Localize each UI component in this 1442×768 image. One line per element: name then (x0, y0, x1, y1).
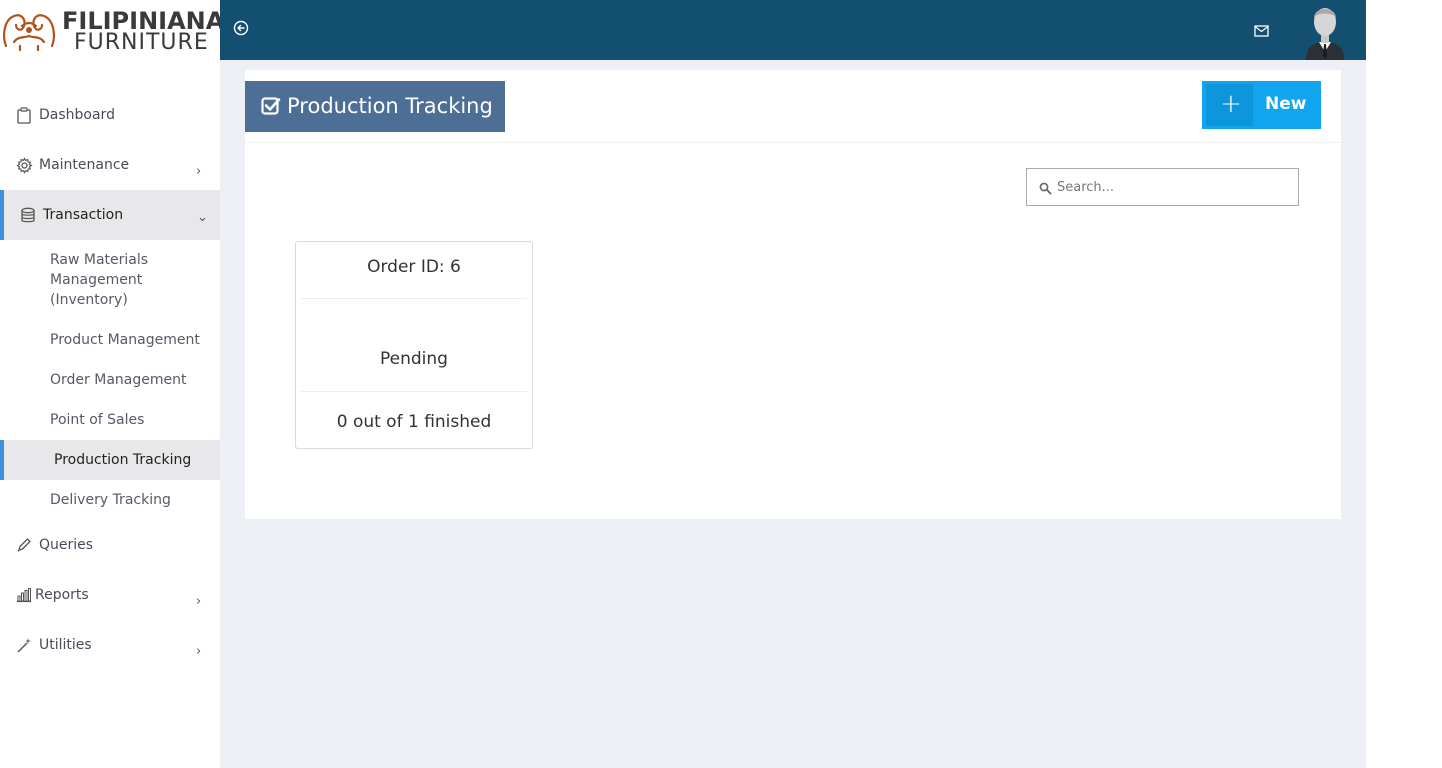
page-title-label: Production Tracking (287, 94, 493, 118)
order-progress: 0 out of 1 finished (336, 412, 492, 432)
pencil-icon (15, 536, 33, 554)
order-id-label: Order ID: 6 (367, 257, 461, 277)
clipboard-icon (15, 106, 33, 124)
subnav-label: Product Management (50, 332, 200, 348)
sidebar: FILIPINIANA FURNITURE Dashboard Maintena… (0, 0, 224, 768)
divider (301, 391, 527, 392)
gear-icon (15, 156, 33, 174)
app-root: FILIPINIANA FURNITURE Dashboard Maintena… (0, 0, 1366, 768)
order-status: Pending (380, 349, 448, 369)
sidebar-item-reports[interactable]: Reports › (0, 570, 220, 620)
subnav-product-management[interactable]: Product Management (0, 330, 220, 350)
top-bar (220, 0, 1366, 60)
subnav-delivery-tracking[interactable]: Delivery Tracking (0, 490, 220, 510)
sidebar-item-queries[interactable]: Queries (0, 520, 220, 570)
database-icon (19, 206, 37, 224)
subnav-label: Production Tracking (54, 452, 192, 468)
new-button-label: New (1265, 94, 1307, 114)
chevron-right-icon: › (196, 164, 202, 179)
page-title: Production Tracking (245, 81, 505, 132)
divider (301, 298, 527, 299)
sidebar-item-label: Utilities (39, 637, 92, 653)
chevron-down-icon: ⌄ (197, 210, 208, 225)
subnav-label: Delivery Tracking (50, 492, 171, 508)
divider (245, 142, 1341, 143)
plus-icon: + (1220, 89, 1242, 119)
search-box[interactable] (1026, 168, 1299, 206)
brand-line2: FURNITURE (74, 30, 209, 55)
bar-chart-icon (15, 586, 33, 604)
production-order-card[interactable]: Order ID: 6 Pending 0 out of 1 finished (295, 241, 533, 449)
brand-logo[interactable]: FILIPINIANA FURNITURE (0, 0, 224, 60)
envelope-icon[interactable] (1254, 22, 1270, 37)
new-button[interactable]: + New (1202, 81, 1321, 129)
sidebar-item-dashboard[interactable]: Dashboard (0, 90, 220, 140)
main-panel: Production Tracking + New Order ID: 6 Pe… (245, 70, 1341, 519)
chevron-right-icon: › (196, 594, 202, 609)
subnav-order-management[interactable]: Order Management (0, 370, 220, 390)
subnav-label: Order Management (50, 372, 187, 388)
sidebar-item-utilities[interactable]: Utilities › (0, 620, 220, 670)
search-icon (1039, 180, 1053, 195)
subnav-raw-materials[interactable]: Raw Materials Management (Inventory) (0, 250, 220, 312)
sidebar-item-maintenance[interactable]: Maintenance › (0, 140, 220, 190)
sidebar-item-label: Reports (35, 587, 89, 603)
furniture-logo-icon (3, 14, 55, 52)
subnav-point-of-sales[interactable]: Point of Sales (0, 410, 220, 430)
check-square-icon (261, 96, 281, 116)
subnav-production-tracking[interactable]: Production Tracking (0, 440, 220, 480)
plus-icon-box: + (1206, 84, 1253, 126)
search-input[interactable] (1057, 177, 1287, 197)
user-avatar-icon[interactable] (1302, 2, 1348, 60)
sidebar-item-label: Maintenance (39, 157, 130, 173)
sidebar-item-transaction[interactable]: Transaction ⌄ (0, 190, 220, 240)
chevron-right-icon: › (196, 644, 202, 659)
sidebar-item-label: Queries (39, 537, 94, 553)
wand-icon (15, 636, 33, 654)
sidebar-item-label: Transaction (43, 207, 124, 223)
sidebar-item-label: Dashboard (39, 107, 115, 123)
subnav-label: Raw Materials Management (Inventory) (50, 252, 149, 308)
circle-arrow-left-icon[interactable] (233, 20, 251, 38)
subnav-label: Point of Sales (50, 412, 145, 428)
